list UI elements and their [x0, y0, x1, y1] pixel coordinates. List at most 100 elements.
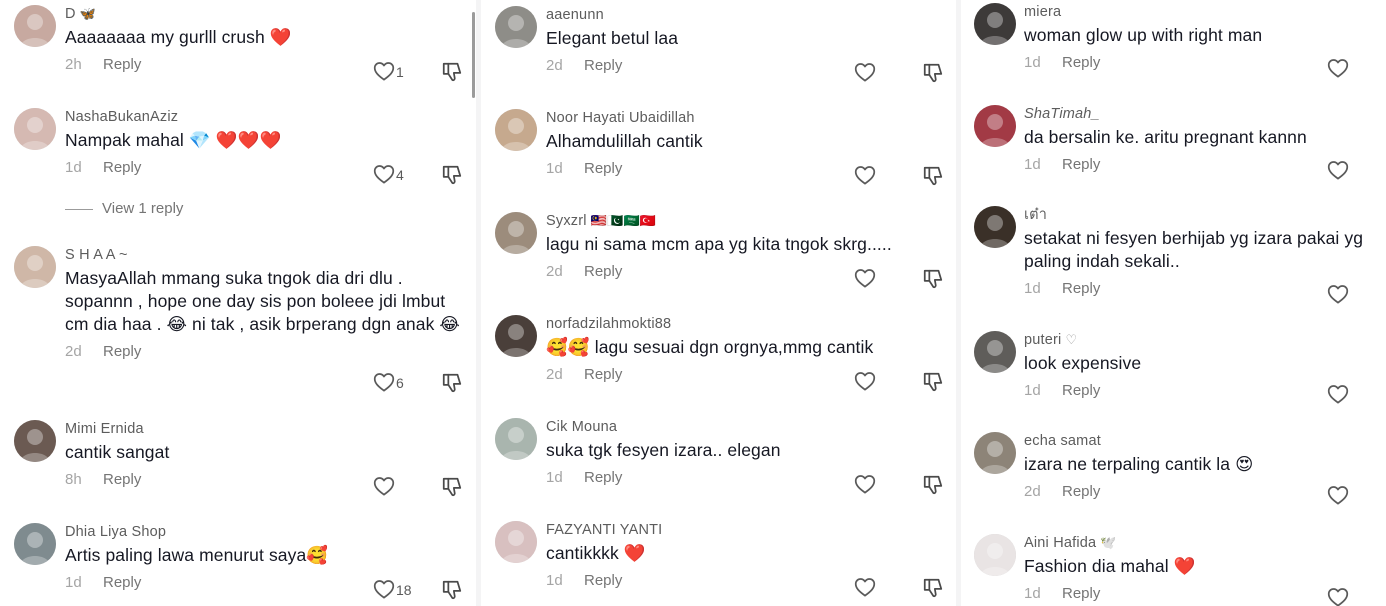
- like-button[interactable]: [853, 62, 876, 84]
- avatar[interactable]: [14, 5, 56, 47]
- thumbs-down-icon: [441, 165, 463, 190]
- username[interactable]: miera: [1024, 4, 1061, 20]
- reply-button[interactable]: Reply: [584, 366, 622, 383]
- reply-button[interactable]: Reply: [1062, 382, 1100, 399]
- reply-button[interactable]: Reply: [1062, 156, 1100, 173]
- avatar[interactable]: [495, 109, 537, 151]
- username[interactable]: Noor Hayati Ubaidillah: [546, 110, 695, 126]
- avatar[interactable]: [14, 420, 56, 462]
- dislike-button[interactable]: [441, 372, 463, 394]
- like-button[interactable]: 6: [372, 372, 404, 394]
- like-button[interactable]: [372, 476, 395, 498]
- username[interactable]: puteri: [1024, 332, 1061, 348]
- dove-emoji: 🕊️: [1100, 535, 1117, 550]
- reply-button[interactable]: Reply: [584, 263, 622, 280]
- reply-button[interactable]: Reply: [1062, 280, 1100, 297]
- dislike-button[interactable]: [922, 165, 944, 187]
- heart-outline-icon: [1327, 160, 1349, 183]
- username[interactable]: Syxzrl: [546, 213, 587, 229]
- like-button[interactable]: 18: [372, 579, 412, 601]
- avatar[interactable]: [495, 6, 537, 48]
- username[interactable]: ShaTimah_: [1024, 106, 1100, 122]
- avatar[interactable]: [974, 105, 1016, 147]
- reply-button[interactable]: Reply: [1062, 54, 1100, 71]
- avatar[interactable]: [14, 108, 56, 150]
- like-button[interactable]: [1326, 485, 1349, 507]
- scrollbar[interactable]: [472, 12, 475, 98]
- avatar[interactable]: [974, 206, 1016, 248]
- avatar[interactable]: [14, 523, 56, 565]
- comment-text: setakat ni fesyen berhijab yg izara paka…: [1024, 228, 1364, 271]
- like-button[interactable]: [1326, 58, 1349, 80]
- username[interactable]: Cik Mouna: [546, 419, 617, 435]
- reply-button[interactable]: Reply: [584, 469, 622, 486]
- avatar[interactable]: [14, 246, 56, 288]
- like-button[interactable]: [1326, 384, 1349, 406]
- comment-time: 2d: [546, 366, 563, 383]
- view-replies-button[interactable]: View 1 reply: [65, 199, 183, 219]
- like-button[interactable]: [853, 474, 876, 496]
- username[interactable]: NashaBukanAziz: [65, 109, 178, 125]
- username[interactable]: echa samat: [1024, 433, 1101, 449]
- comments-panel-2: aaenunn Elegant betul laa 2d Reply Noor H…: [481, 0, 956, 606]
- comment-text: da bersalin ke. aritu pregnant kannn: [1024, 127, 1307, 147]
- username[interactable]: norfadzilahmokti88: [546, 316, 671, 332]
- dislike-button[interactable]: [441, 61, 463, 83]
- dislike-button[interactable]: [922, 371, 944, 393]
- username[interactable]: Aini Hafida: [1024, 535, 1096, 551]
- like-button[interactable]: [853, 577, 876, 599]
- dislike-button[interactable]: [922, 62, 944, 84]
- comment-text: Aaaaaaaa my gurlll crush ❤️: [65, 27, 292, 47]
- reply-button[interactable]: Reply: [103, 343, 141, 360]
- reply-button[interactable]: Reply: [103, 471, 141, 488]
- username[interactable]: Mimi Ernida: [65, 421, 144, 437]
- reply-button[interactable]: Reply: [1062, 585, 1100, 602]
- reply-button[interactable]: Reply: [1062, 483, 1100, 500]
- comments-panel-1: D 🦋 Aaaaaaaa my gurlll crush ❤️ 2h Reply 1…: [0, 0, 476, 606]
- thumbs-down-icon: [441, 477, 463, 502]
- avatar[interactable]: [495, 212, 537, 254]
- reply-button[interactable]: Reply: [584, 160, 622, 177]
- dislike-button[interactable]: [441, 476, 463, 498]
- thumbs-down-icon: [922, 475, 944, 500]
- username[interactable]: S H A A ~: [65, 247, 128, 263]
- reply-button[interactable]: Reply: [103, 56, 141, 73]
- username[interactable]: D: [65, 6, 76, 22]
- dislike-button[interactable]: [922, 474, 944, 496]
- dislike-button[interactable]: [922, 577, 944, 599]
- dislike-button[interactable]: [922, 268, 944, 290]
- avatar[interactable]: [974, 331, 1016, 373]
- reply-button[interactable]: Reply: [584, 57, 622, 74]
- avatar[interactable]: [495, 315, 537, 357]
- like-button[interactable]: [853, 268, 876, 290]
- avatar[interactable]: [974, 534, 1016, 576]
- comment-text: izara ne terpaling cantik la 😍: [1024, 454, 1254, 474]
- like-button[interactable]: 4: [372, 164, 404, 186]
- comment-text: Artis paling lawa menurut saya🥰: [65, 545, 329, 565]
- avatar[interactable]: [974, 432, 1016, 474]
- username[interactable]: aaenunn: [546, 7, 604, 23]
- like-button[interactable]: [1326, 284, 1349, 306]
- like-button[interactable]: [853, 371, 876, 393]
- flag-emojis: 🇲🇾🇵🇰🇸🇦🇹🇷: [590, 213, 657, 228]
- username[interactable]: FAZYANTI YANTI: [546, 522, 662, 538]
- username[interactable]: เต๋า: [1024, 207, 1047, 223]
- comment-text: Fashion dia mahal ❤️: [1024, 556, 1196, 576]
- like-button[interactable]: [1326, 160, 1349, 182]
- avatar[interactable]: [974, 3, 1016, 45]
- reply-button[interactable]: Reply: [103, 574, 141, 591]
- dislike-button[interactable]: [441, 579, 463, 601]
- like-button[interactable]: 1: [372, 61, 404, 83]
- username[interactable]: Dhia Liya Shop: [65, 524, 166, 540]
- avatar[interactable]: [495, 521, 537, 563]
- reply-button[interactable]: Reply: [103, 159, 141, 176]
- avatar[interactable]: [495, 418, 537, 460]
- like-button[interactable]: [853, 165, 876, 187]
- dislike-button[interactable]: [441, 164, 463, 186]
- reply-button[interactable]: Reply: [584, 572, 622, 589]
- like-button[interactable]: [1326, 587, 1349, 606]
- heart-outline-icon: [854, 165, 876, 188]
- heart-outline-icon: [1327, 58, 1349, 81]
- comment-time: 1d: [546, 469, 563, 486]
- like-count: 6: [396, 375, 404, 391]
